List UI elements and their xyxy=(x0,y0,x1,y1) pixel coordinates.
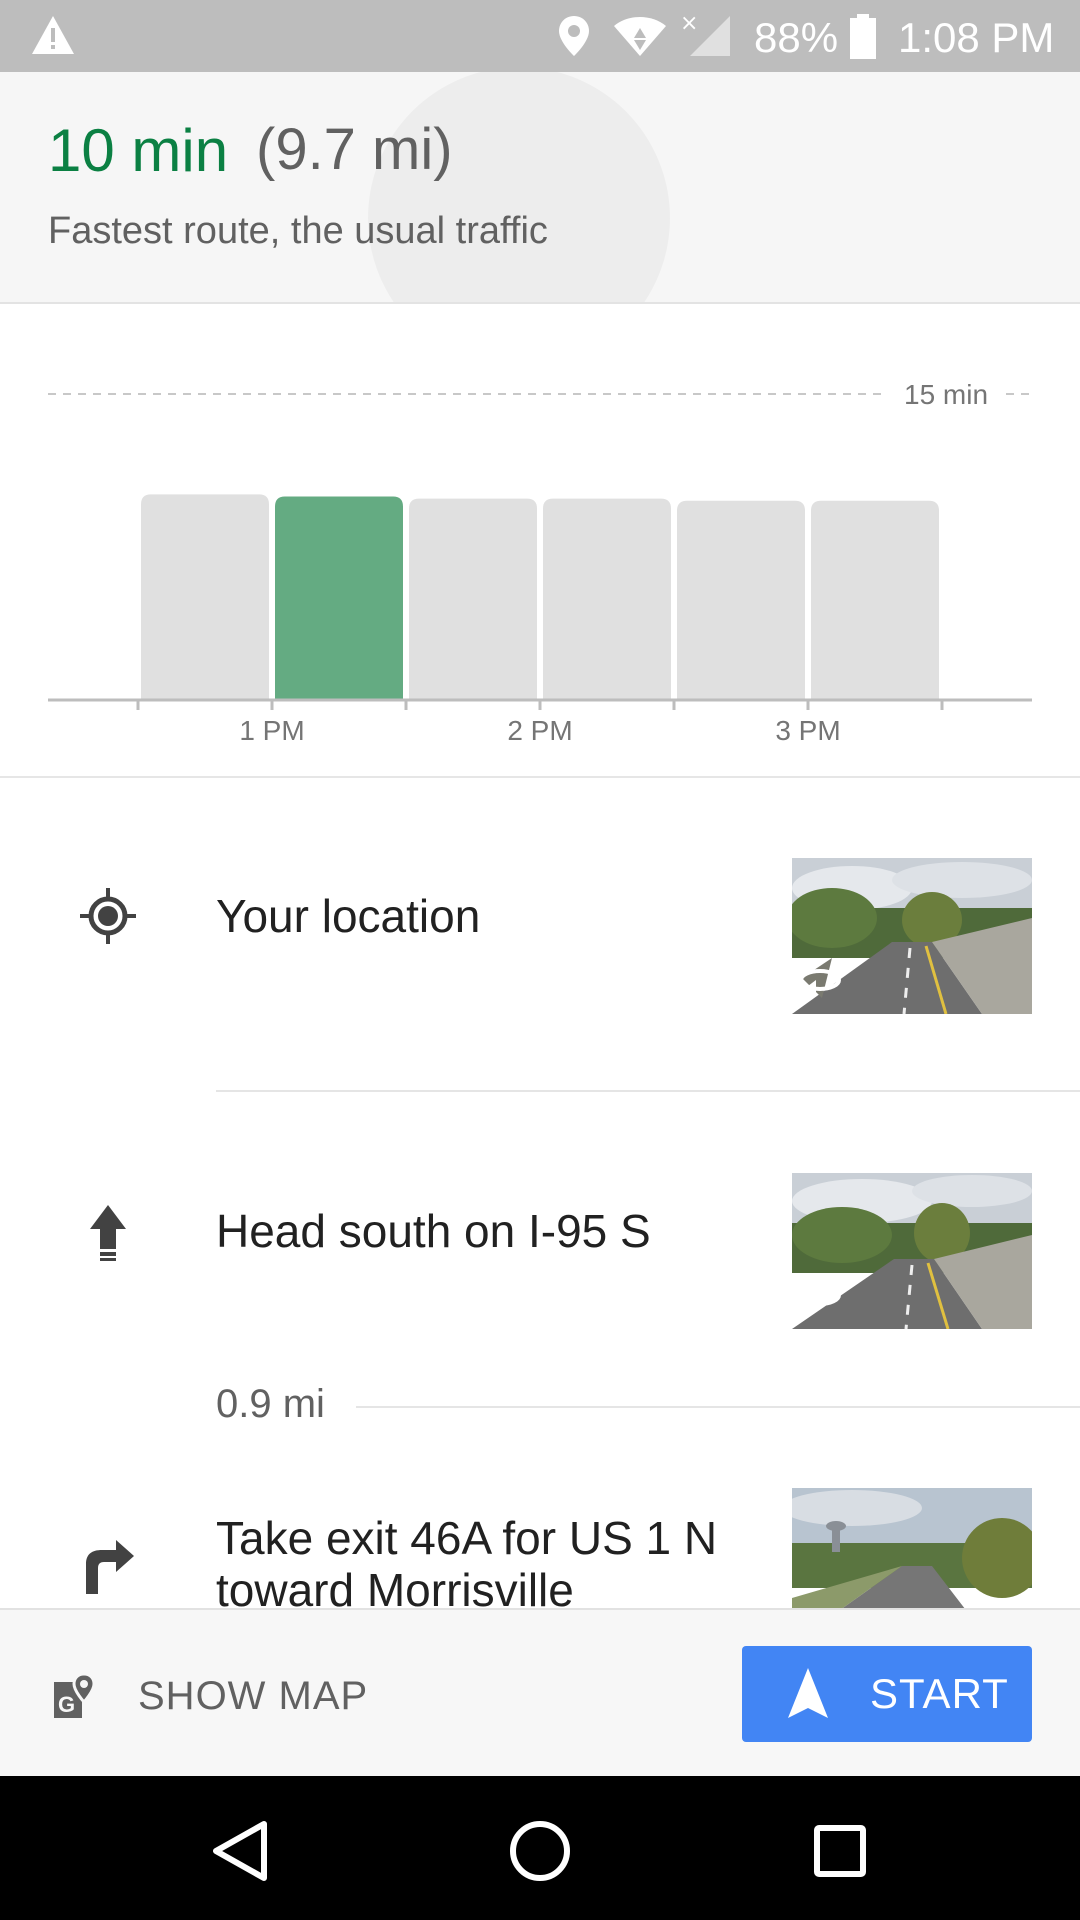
svg-text:×: × xyxy=(680,12,698,36)
step-text: Head south on I-95 S xyxy=(216,1205,651,1257)
route-summary[interactable]: 10 min (9.7 mi) Fastest route, the usual… xyxy=(0,72,1080,304)
step-distance: 0.9 mi xyxy=(216,1382,325,1426)
action-bar: G SHOW MAP START xyxy=(0,1608,1080,1778)
step-line: Your location xyxy=(216,890,481,942)
reference-line-label: 15 min xyxy=(904,379,988,410)
show-map-label: SHOW MAP xyxy=(138,1674,369,1718)
arrow-up-icon xyxy=(90,1205,126,1261)
signal-icon: × xyxy=(680,12,730,56)
directions-list: Your location Head south on I-95 S 0.9 m… xyxy=(0,778,1080,1608)
distance-divider xyxy=(356,1406,1080,1408)
direction-step-your-location[interactable]: Your location xyxy=(0,858,1080,1018)
map-pin-icon: G xyxy=(54,1672,96,1718)
start-label: START xyxy=(870,1670,1009,1717)
chart-tick-label: 1 PM xyxy=(239,715,304,746)
wifi-icon xyxy=(614,17,666,56)
step-text: Take exit 46A for US 1 N toward Morrisvi… xyxy=(216,1512,717,1608)
step-divider xyxy=(216,1090,1080,1092)
back-icon[interactable] xyxy=(196,1806,286,1896)
location-icon xyxy=(559,16,589,56)
home-icon[interactable] xyxy=(495,1806,585,1896)
chart-bar-selected[interactable] xyxy=(275,496,403,700)
my-location-icon xyxy=(80,888,136,944)
battery-percentage: 88% xyxy=(754,14,839,61)
street-view-thumbnail[interactable] xyxy=(792,1488,1032,1608)
show-map-button[interactable]: G SHOW MAP xyxy=(48,1668,388,1728)
start-button[interactable]: START xyxy=(742,1646,1032,1742)
chart-bar[interactable] xyxy=(677,500,805,700)
street-view-image xyxy=(792,1488,1032,1608)
recents-icon[interactable] xyxy=(795,1806,885,1896)
360-icon xyxy=(799,969,841,994)
chart-bar[interactable] xyxy=(409,498,537,700)
chart-bar[interactable] xyxy=(141,494,269,700)
street-view-thumbnail[interactable] xyxy=(792,858,1032,1014)
direction-step-take-exit[interactable]: Take exit 46A for US 1 N toward Morrisvi… xyxy=(0,1488,1080,1608)
route-duration: 10 min xyxy=(48,117,229,184)
chart-svg: 15 min 1 PM 2 PM 3 PM xyxy=(48,379,1032,746)
street-view-thumbnail[interactable] xyxy=(792,1173,1032,1329)
status-bar: × 88% 1:08 PM xyxy=(0,0,1080,72)
departure-time-chart: 15 min 1 PM 2 PM 3 PM xyxy=(0,304,1080,778)
direction-step-head-south[interactable]: Head south on I-95 S xyxy=(0,1173,1080,1333)
route-distance: (9.7 mi) xyxy=(256,117,453,182)
chart-bars xyxy=(141,494,939,700)
step-line: Take exit 46A for US 1 N xyxy=(216,1512,718,1564)
chart-tick-label: 2 PM xyxy=(507,715,572,746)
step-text: Your location xyxy=(216,890,480,942)
touch-ripple xyxy=(368,72,670,302)
clock: 1:08 PM xyxy=(898,14,1055,61)
system-nav-bar xyxy=(0,1776,1080,1920)
navigation-arrow-icon xyxy=(788,1668,828,1718)
chart-bar[interactable] xyxy=(811,500,939,700)
chart-bar[interactable] xyxy=(543,498,671,700)
battery-icon xyxy=(850,14,876,59)
chart-tick-label: 3 PM xyxy=(775,715,840,746)
360-icon xyxy=(799,1284,841,1309)
step-line: toward Morrisville xyxy=(216,1564,574,1608)
chart-tick-labels: 1 PM 2 PM 3 PM xyxy=(239,715,840,746)
svg-text:G: G xyxy=(58,1692,75,1717)
route-description: Fastest route, the usual traffic xyxy=(48,210,548,252)
turn-right-icon xyxy=(86,1540,134,1594)
step-line: Head south on I-95 S xyxy=(216,1205,651,1257)
warning-icon xyxy=(32,16,74,54)
